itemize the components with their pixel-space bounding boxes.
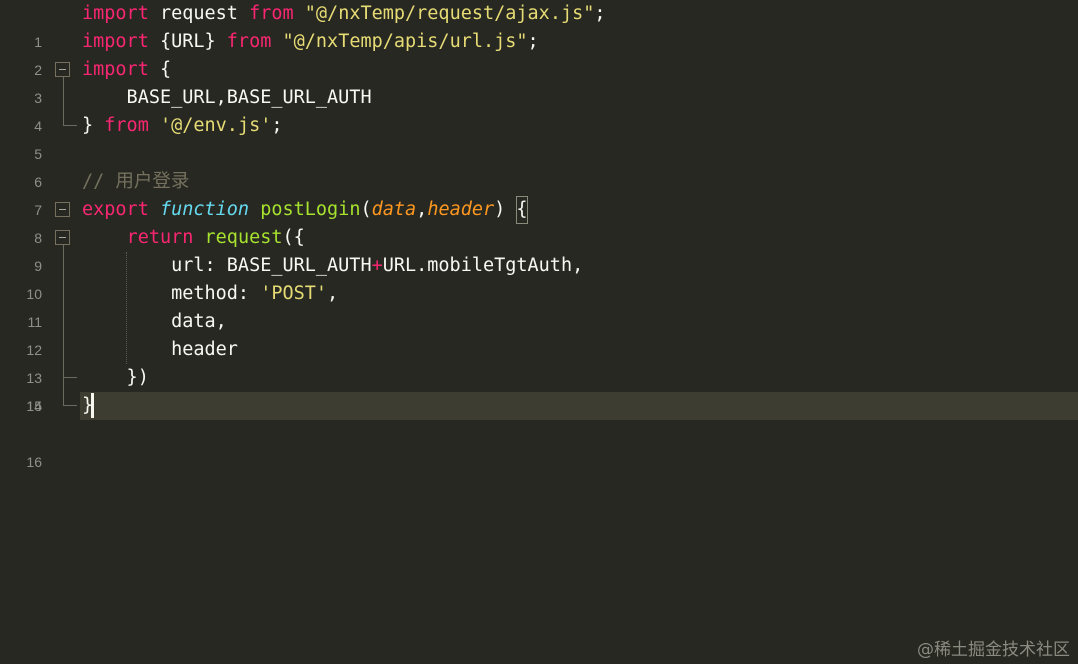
code-line-6[interactable]: 6: [0, 140, 1078, 190]
code-token: }): [82, 367, 149, 388]
code-text: } from '@/env.js';: [82, 112, 283, 140]
comment: // 用户登录: [82, 171, 190, 192]
code-line-8[interactable]: 8 export function postLogin(data,header)…: [0, 196, 1078, 246]
code-line-2[interactable]: 2 import {URL} from "@/nxTemp/apis/url.j…: [0, 28, 1078, 78]
code-token: ;: [594, 3, 606, 24]
code-text: return request({: [82, 224, 305, 252]
keyword: import: [82, 3, 149, 24]
code-token: request: [148, 3, 250, 24]
keyword: import: [82, 31, 149, 52]
watermark: @稀土掘金技术社区: [917, 640, 1070, 660]
code-text: import request from "@/nxTemp/request/aj…: [82, 0, 606, 28]
code-line-14[interactable]: 14 }): [0, 364, 1078, 414]
code-token: ;: [271, 115, 283, 136]
code-token: data,: [82, 311, 227, 332]
code-token: header: [82, 339, 238, 360]
code-token: BASE_URL,BASE_URL_AUTH: [82, 87, 372, 108]
code-text: import {: [82, 56, 171, 84]
fold-toggle-icon[interactable]: [55, 230, 70, 245]
code-token: ;: [527, 31, 539, 52]
fold-end-marker: [63, 125, 77, 126]
code-line-13[interactable]: 13 header: [0, 336, 1078, 386]
indent-guide: [126, 252, 127, 364]
code-line-11[interactable]: 11 method: 'POST',: [0, 280, 1078, 330]
string-literal: '@/env.js': [159, 115, 272, 136]
code-line-5[interactable]: 5 } from '@/env.js';: [0, 112, 1078, 162]
code-token: {: [148, 59, 172, 80]
fold-guide-line: [63, 245, 64, 405]
code-line-10[interactable]: 10 url: BASE_URL_AUTH+URL.mobileTgtAuth,: [0, 252, 1078, 302]
text-cursor: [91, 393, 94, 418]
code-text: // 用户登录: [82, 168, 189, 196]
function-name: request: [204, 227, 283, 248]
fold-guide-line: [63, 77, 64, 125]
code-line-7[interactable]: 7 // 用户登录: [0, 168, 1078, 218]
matched-bracket: {: [516, 196, 528, 224]
code-text: }): [82, 364, 149, 392]
string-literal: 'POST': [260, 283, 328, 304]
code-text: import {URL} from "@/nxTemp/apis/url.js"…: [82, 28, 539, 56]
fold-toggle-icon[interactable]: [55, 62, 70, 77]
code-token: {URL}: [148, 31, 227, 52]
function-name: postLogin: [260, 199, 361, 220]
fold-end-marker: [63, 405, 77, 406]
code-text: BASE_URL,BASE_URL_AUTH: [82, 84, 372, 112]
code-token: (: [360, 199, 372, 220]
code-token: ): [494, 199, 517, 220]
code-text: data,: [82, 308, 227, 336]
code-line-4[interactable]: 4 BASE_URL,BASE_URL_AUTH: [0, 84, 1078, 134]
code-token: ,: [416, 199, 428, 220]
code-line-16[interactable]: 16: [0, 420, 1078, 470]
keyword: export: [82, 199, 149, 220]
string-literal: "@/nxTemp/request/ajax.js": [304, 3, 595, 24]
code-editor[interactable]: 1 import request from "@/nxTemp/request/…: [0, 0, 1078, 664]
code-line-9[interactable]: 9 return request({: [0, 224, 1078, 274]
parameter: data: [371, 199, 417, 220]
code-line-1[interactable]: 1 import request from "@/nxTemp/request/…: [0, 0, 1078, 50]
line-number: 16: [26, 454, 42, 470]
fold-toggle-icon[interactable]: [55, 202, 70, 217]
keyword: from: [249, 3, 294, 24]
current-line-highlight[interactable]: }: [80, 392, 1078, 420]
keyword: from: [104, 115, 149, 136]
code-text: header: [82, 336, 238, 364]
code-text: url: BASE_URL_AUTH+URL.mobileTgtAuth,: [82, 252, 583, 280]
line-number: 15: [26, 398, 42, 414]
code-line-12[interactable]: 12 data,: [0, 308, 1078, 358]
keyword: import: [82, 59, 149, 80]
code-token: method:: [82, 283, 261, 304]
fold-end-marker: [63, 377, 77, 378]
code-token: ({: [282, 227, 305, 248]
string-literal: "@/nxTemp/apis/url.js": [282, 31, 528, 52]
keyword: return: [126, 227, 194, 248]
parameter: header: [427, 199, 495, 220]
operator: +: [371, 255, 383, 276]
code-text: export function postLogin(data,header) {: [82, 196, 528, 224]
code-token: ,: [327, 283, 339, 304]
code-line-3[interactable]: 3 import {: [0, 56, 1078, 106]
code-token: URL.mobileTgtAuth,: [382, 255, 584, 276]
keyword: from: [226, 31, 272, 52]
code-token: }: [82, 115, 105, 136]
storage-keyword: function: [159, 199, 250, 220]
code-text: method: 'POST',: [82, 280, 338, 308]
